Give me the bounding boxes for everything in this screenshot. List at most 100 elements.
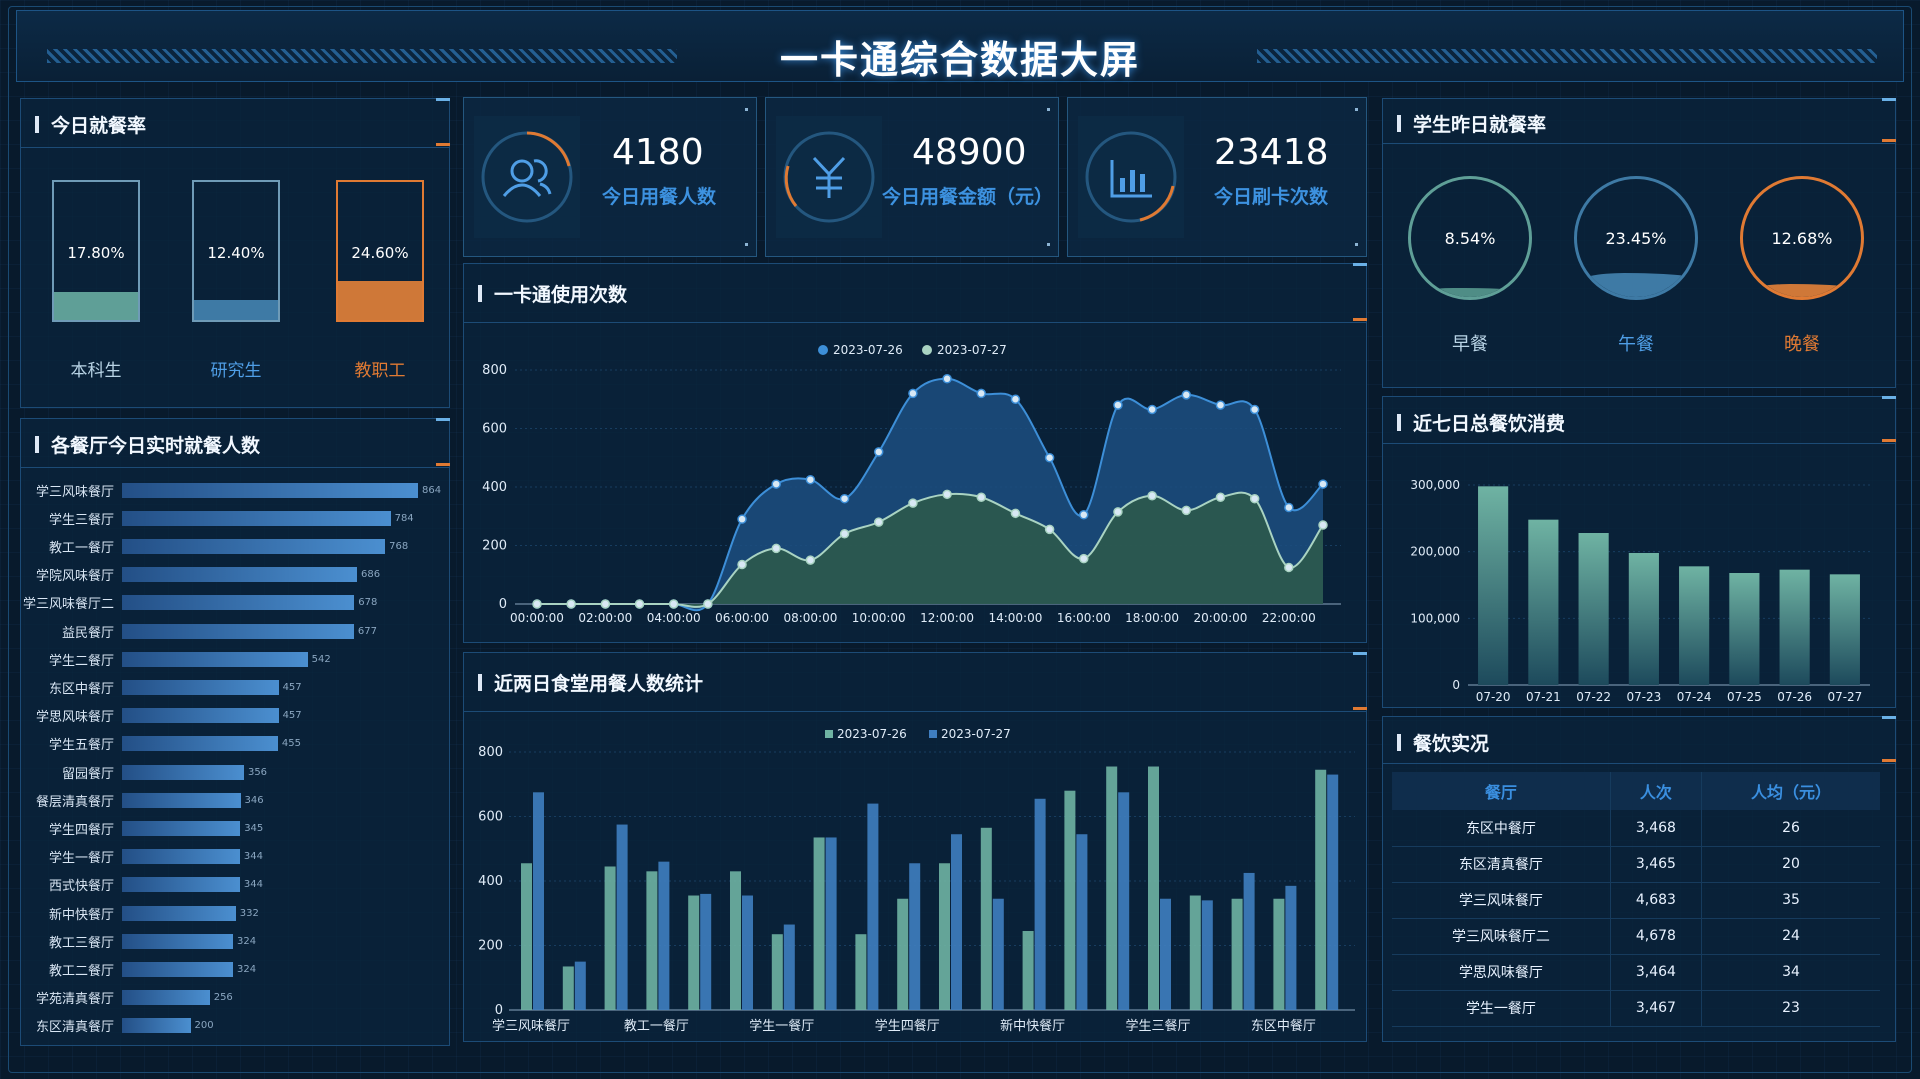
- page-title: 一卡通综合数据大屏: [779, 38, 1140, 82]
- usage-point: [976, 492, 987, 502]
- dining-tank-fill: [54, 291, 138, 320]
- table-cell: 学生一餐厅: [1392, 990, 1611, 1027]
- realtime-row: 学三风味餐厅二 678: [20, 593, 377, 613]
- realtime-row-name: 西式快餐厅: [48, 879, 114, 895]
- realtime-row-name: 教工三餐厅: [48, 935, 114, 951]
- usage-point: [908, 388, 918, 399]
- realtime-row-bar: [122, 933, 233, 949]
- usage-point: [1318, 479, 1328, 489]
- usage-point: [805, 555, 816, 565]
- realtime-row-bar: [122, 736, 278, 752]
- usage-point: [737, 514, 747, 524]
- yesterday-title-text: 学生昨日就餐率: [1413, 114, 1547, 136]
- realtime-row-name: 学思风味餐厅: [35, 710, 114, 726]
- realtime-row-value: 324: [237, 963, 257, 975]
- table-cell: 3,468: [1609, 810, 1702, 847]
- table-header[interactable]: 人均（元）: [1700, 772, 1880, 810]
- canteen-ytick: 600: [478, 810, 503, 825]
- dining-tank-pct: 24.60%: [351, 244, 409, 262]
- realtime-row: 教工二餐厅 324: [20, 959, 256, 979]
- canteen-bar: [939, 863, 950, 1010]
- canteen-bar: [1022, 930, 1034, 1010]
- canteen-bar: [813, 837, 825, 1010]
- realtime-row-bar: [122, 990, 210, 1006]
- usage-point: [942, 489, 952, 500]
- realtime-row-bar: [122, 651, 308, 667]
- usage-point: [873, 447, 884, 457]
- table-cell: 23: [1700, 990, 1880, 1027]
- usage-point: [1079, 510, 1089, 520]
- canteen-bar: [951, 834, 962, 1010]
- canteen-title-text: 近两日食堂用餐人数统计: [494, 673, 704, 695]
- realtime-row-name: 益民餐厅: [61, 625, 114, 641]
- usage-point: [1181, 390, 1192, 400]
- realtime-row-name: 学三风味餐厅二: [22, 597, 114, 613]
- weekly-xtick: 07-21: [1526, 690, 1561, 704]
- weekly-xtick: 07-20: [1476, 690, 1511, 704]
- table-header[interactable]: 人次: [1609, 772, 1702, 810]
- realtime-row: 教工一餐厅 768: [20, 536, 408, 556]
- dining-rate-title-text: 今日就餐率: [51, 115, 147, 137]
- table-row: 学三风味餐厅二 4,678 24: [1392, 918, 1880, 955]
- realtime-title-text: 各餐厅今日实时就餐人数: [51, 435, 261, 457]
- realtime-row-name: 学生四餐厅: [48, 822, 114, 838]
- usage-point: [532, 599, 542, 609]
- dining-tank-label: 教职工: [354, 361, 406, 381]
- canteen-bar: [616, 824, 628, 1010]
- weekly-ytick: 200,000: [1410, 545, 1460, 559]
- canteen-bar: [604, 866, 616, 1010]
- canteen-xtick: 教工一餐厅: [624, 1018, 689, 1034]
- realtime-row-bar: [122, 849, 240, 865]
- canteen-ytick: 800: [478, 745, 503, 760]
- canteen-bar: [1327, 774, 1339, 1010]
- realtime-row: 学苑清真餐厅 256: [20, 988, 233, 1008]
- canteen-bar: [855, 934, 867, 1010]
- realtime-row-value: 542: [311, 653, 331, 665]
- realtime-title: 各餐厅今日实时就餐人数: [35, 431, 260, 458]
- realtime-row: 留园餐厅 356: [20, 762, 267, 782]
- canteen-ytick: 200: [478, 939, 503, 954]
- usage-point: [1147, 491, 1157, 501]
- usage-point: [1181, 505, 1192, 516]
- stat-amount-value: 48900: [912, 132, 1027, 173]
- usage-point: [1079, 553, 1089, 564]
- realtime-row-bar: [122, 1018, 191, 1034]
- canteen-bar: [1118, 792, 1130, 1010]
- usage-point: [566, 599, 576, 609]
- realtime-row: 学思风味餐厅 457: [20, 706, 302, 726]
- usage-point: [634, 599, 645, 609]
- usage-point: [839, 529, 850, 539]
- usage-point: [1215, 492, 1226, 502]
- yuan-icon: [776, 116, 882, 238]
- yesterday-ring-pct: 23.45%: [1605, 229, 1667, 248]
- realtime-row: 东区清真餐厅 200: [20, 1016, 214, 1036]
- realtime-row-bar: [122, 764, 244, 780]
- usage-point: [1215, 400, 1226, 410]
- weekly-xtick: 07-26: [1777, 690, 1812, 704]
- canteen-bar: [574, 961, 586, 1010]
- realtime-row-value: 356: [247, 766, 268, 778]
- table-cell: 3,467: [1609, 990, 1702, 1027]
- table-cell: 东区中餐厅: [1392, 810, 1611, 847]
- canteen-bar: [1189, 895, 1201, 1010]
- dining-tank-label: 研究生: [210, 361, 262, 381]
- table-header[interactable]: 餐厅: [1392, 772, 1611, 810]
- realtime-row-value: 256: [213, 992, 233, 1004]
- weekly-ytick: 300,000: [1410, 478, 1460, 492]
- canteen-xtick: 东区中餐厅: [1251, 1018, 1316, 1034]
- canteen-bar: [909, 863, 921, 1010]
- table-cell: 3,464: [1609, 954, 1702, 991]
- realtime-row: 教工三餐厅 324: [20, 931, 256, 951]
- yesterday-ring: 12.68%: [1740, 176, 1864, 300]
- weekly-bar: [1478, 486, 1509, 685]
- realtime-row-bar: [122, 567, 358, 583]
- dining-tank-fill: [194, 300, 278, 320]
- dining-rate-title: 今日就餐率: [35, 111, 146, 138]
- canteen-bar: [1076, 834, 1088, 1010]
- usage-point: [1044, 453, 1055, 463]
- realtime-row-bar: [122, 961, 233, 977]
- canteen-bar: [521, 863, 532, 1010]
- yesterday-title: 学生昨日就餐率: [1397, 110, 1546, 137]
- usage-point: [668, 599, 679, 609]
- yesterday-ring-pct: 12.68%: [1771, 229, 1833, 248]
